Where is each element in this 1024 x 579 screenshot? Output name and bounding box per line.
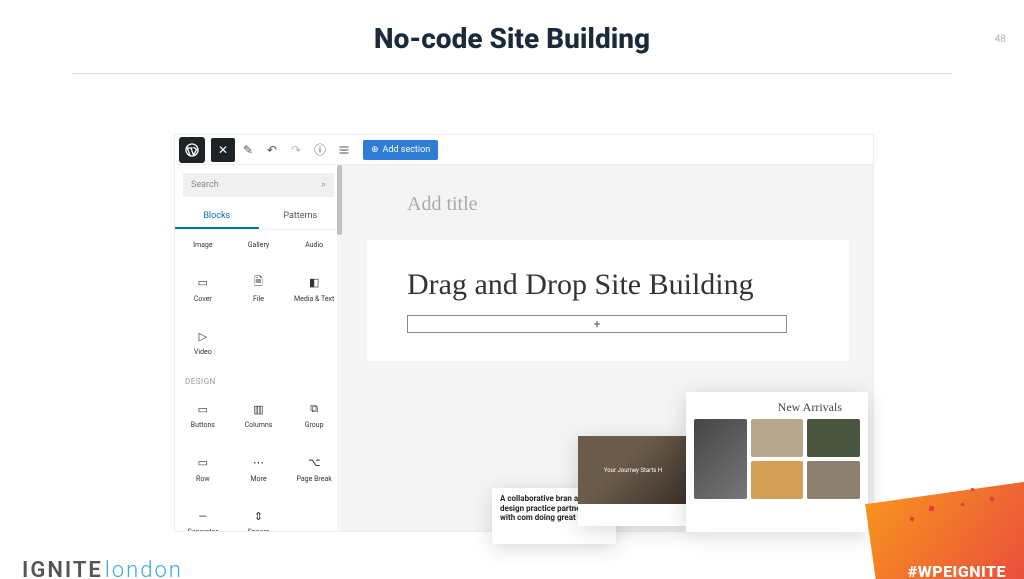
search-placeholder: Search (191, 180, 219, 190)
block-group[interactable]: ⧉Group (286, 392, 342, 438)
tab-patterns[interactable]: Patterns (259, 205, 343, 229)
separator-icon: — (194, 507, 212, 525)
block-more[interactable]: ⋯More (231, 446, 287, 492)
more-icon: ⋯ (249, 454, 267, 472)
block-image[interactable]: Image (175, 234, 231, 258)
media-text-icon: ◧ (305, 274, 323, 292)
file-icon: 🗎 (249, 274, 267, 292)
list-view-icon[interactable] (333, 139, 355, 161)
spacer-icon: ⇕ (249, 507, 267, 525)
confetti (929, 506, 935, 512)
info-icon[interactable]: ⓘ (309, 139, 331, 161)
block-inserter-sidebar: Search ⌕ Blocks Patterns Image Gallery A… (175, 165, 343, 531)
search-input[interactable]: Search ⌕ (183, 173, 334, 197)
gallery-cell (694, 419, 747, 499)
content-block[interactable]: Drag and Drop Site Building + (367, 240, 849, 361)
cover-icon: ▭ (194, 274, 212, 292)
inserter-tabs: Blocks Patterns (175, 205, 342, 230)
hashtag-label: #WPEIGNITE (908, 562, 1006, 579)
wp-toolbar: ✕ ✎ ↶ ↷ ⓘ ⊕ Add section (175, 135, 873, 165)
redo-icon[interactable]: ↷ (285, 139, 307, 161)
close-inserter-icon[interactable]: ✕ (211, 138, 235, 162)
pattern-card-gallery-title: New Arrivals (694, 400, 860, 415)
footer-brand: IGNITElondon (22, 558, 183, 579)
page-number: 48 (995, 34, 1006, 45)
pattern-card-hero: Your Journey Starts H (578, 436, 688, 504)
add-section-label: Add section (383, 145, 431, 155)
gallery-cell (807, 461, 860, 499)
wordpress-logo-icon[interactable] (179, 137, 205, 163)
pattern-gallery-grid (694, 419, 860, 499)
block-audio[interactable]: Audio (286, 234, 342, 258)
block-file[interactable]: 🗎File (231, 266, 287, 312)
slide-title: No-code Site Building (0, 22, 1024, 55)
gallery-cell (751, 419, 804, 457)
category-design: DESIGN (175, 369, 342, 388)
brand-ignite: IGNITE (22, 558, 103, 579)
tab-blocks[interactable]: Blocks (175, 205, 259, 229)
divider (72, 73, 952, 74)
confetti (989, 496, 994, 501)
pattern-card-image[interactable]: Your Journey Starts H (578, 436, 688, 526)
brand-london: london (105, 558, 183, 579)
block-media-text[interactable]: ◧Media & Text (286, 266, 342, 312)
group-icon: ⧉ (305, 400, 323, 418)
undo-icon[interactable]: ↶ (261, 139, 283, 161)
scrollbar-thumb[interactable] (337, 165, 342, 235)
shard-graphic (865, 481, 1024, 579)
search-icon: ⌕ (321, 180, 326, 190)
block-cover[interactable]: ▭Cover (175, 266, 231, 312)
block-buttons[interactable]: ▭Buttons (175, 392, 231, 438)
block-video[interactable]: ▷Video (175, 319, 231, 365)
block-spacer[interactable]: ⇕Spacer (231, 499, 287, 531)
buttons-icon: ▭ (194, 400, 212, 418)
block-row[interactable]: ▭Row (175, 446, 231, 492)
confetti (909, 516, 914, 521)
page-heading[interactable]: Drag and Drop Site Building (407, 268, 809, 303)
title-placeholder[interactable]: Add title (367, 183, 849, 226)
edit-icon[interactable]: ✎ (237, 139, 259, 161)
gallery-cell (807, 419, 860, 457)
pattern-card-gallery[interactable]: New Arrivals (686, 392, 868, 532)
row-icon: ▭ (194, 454, 212, 472)
add-block-button[interactable]: + (407, 315, 787, 333)
add-section-button[interactable]: ⊕ Add section (363, 140, 438, 160)
block-gallery[interactable]: Gallery (231, 234, 287, 258)
video-icon: ▷ (194, 327, 212, 345)
columns-icon: ▥ (249, 400, 267, 418)
block-page-break[interactable]: ⌥Page Break (286, 446, 342, 492)
confetti (960, 502, 964, 506)
page-break-icon: ⌥ (305, 454, 323, 472)
block-separator[interactable]: —Separator (175, 499, 231, 531)
pattern-card-caption (578, 504, 688, 526)
plus-icon: ⊕ (371, 145, 379, 155)
confetti (971, 488, 975, 492)
gallery-cell (751, 461, 804, 499)
block-columns[interactable]: ▥Columns (231, 392, 287, 438)
